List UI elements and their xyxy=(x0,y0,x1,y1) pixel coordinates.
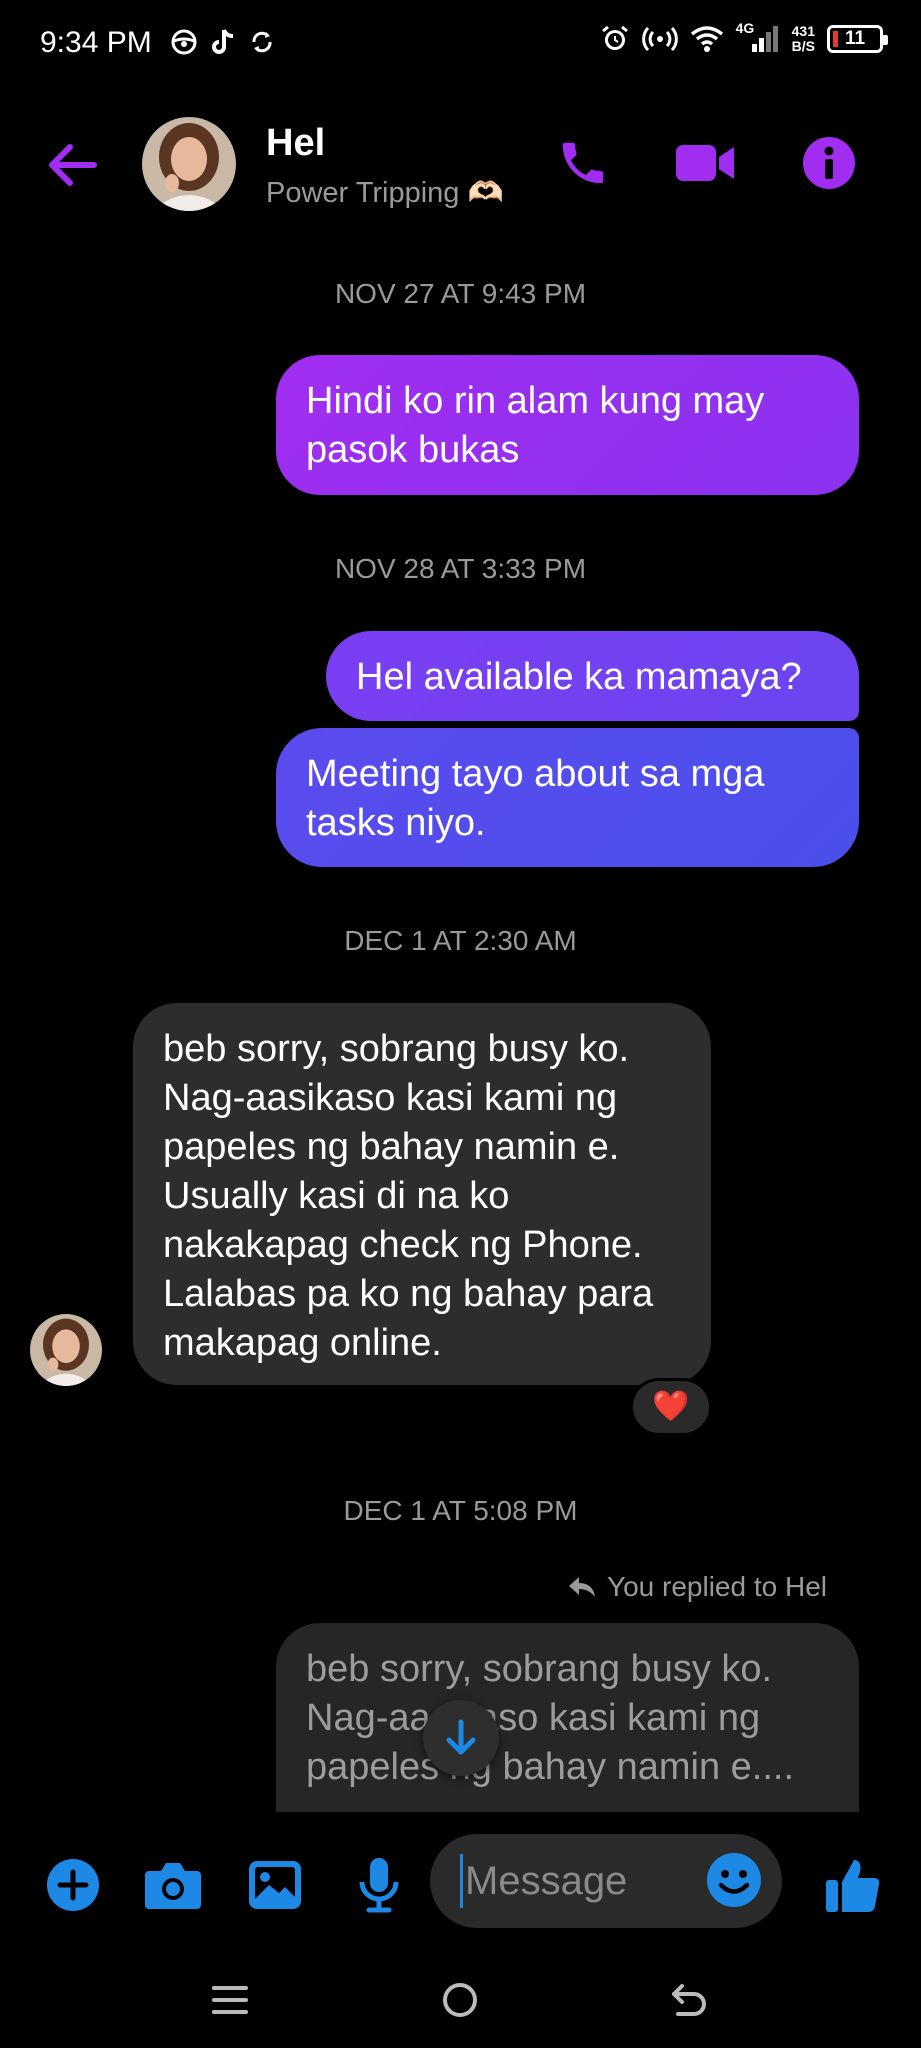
reply-arrow-icon xyxy=(568,1577,595,1597)
cell-signal-icon: 4G xyxy=(736,20,780,54)
video-camera-icon xyxy=(676,145,734,181)
like-button[interactable] xyxy=(822,1854,884,1916)
info-button[interactable] xyxy=(796,130,862,196)
thumbs-up-icon xyxy=(826,1860,880,1912)
heart-reaction[interactable]: ❤️ xyxy=(630,1378,712,1436)
avatar-photo xyxy=(30,1314,102,1386)
status-left-icons xyxy=(170,28,276,56)
contact-status: Power Tripping 🫶🏻 xyxy=(266,177,504,209)
phone-icon xyxy=(562,142,604,184)
sender-avatar[interactable] xyxy=(30,1314,102,1386)
voice-call-button[interactable] xyxy=(550,130,616,196)
home-circle-icon xyxy=(443,1983,477,2017)
camera-icon xyxy=(145,1863,201,1909)
status-time: 9:34 PM xyxy=(40,26,152,59)
smiley-icon xyxy=(707,1853,761,1907)
info-icon xyxy=(803,137,855,189)
battery-level: 11 xyxy=(844,28,866,49)
tiktok-icon xyxy=(212,29,234,54)
plus-circle-icon xyxy=(47,1859,99,1911)
contact-name[interactable]: Hel xyxy=(266,122,325,165)
outgoing-message[interactable]: Hel available ka mamaya? xyxy=(326,631,859,721)
emoji-button[interactable] xyxy=(704,1850,764,1910)
scroll-to-bottom-button[interactable] xyxy=(423,1700,499,1776)
system-nav-bar xyxy=(0,1952,921,2048)
contact-avatar[interactable] xyxy=(142,117,236,211)
message-input[interactable] xyxy=(460,1854,680,1908)
chat-header: Hel Power Tripping 🫶🏻 xyxy=(0,100,921,230)
alarm-icon xyxy=(601,25,628,50)
voice-record-button[interactable] xyxy=(348,1854,410,1916)
network-type: 4G xyxy=(735,20,755,36)
sync-icon xyxy=(252,31,272,53)
timestamp: NOV 27 AT 9:43 PM xyxy=(334,278,587,309)
battery-icon: 11 xyxy=(827,25,888,53)
microphone-icon xyxy=(359,1858,399,1913)
back-button[interactable] xyxy=(44,140,100,190)
recents-button[interactable] xyxy=(200,1972,260,2028)
message-field[interactable] xyxy=(430,1834,782,1928)
image-icon xyxy=(249,1861,301,1909)
back-arrow-icon xyxy=(49,144,97,186)
net-speed: 431 B/S xyxy=(791,23,815,54)
incoming-message[interactable]: beb sorry, sobrang busy ko. Nag-aasikaso… xyxy=(133,1003,711,1385)
heart-icon: ❤️ xyxy=(652,1390,690,1423)
back-nav-button[interactable] xyxy=(660,1972,720,2028)
reply-indicator: You replied to Hel xyxy=(567,1571,827,1603)
timestamp: NOV 28 AT 3:33 PM xyxy=(334,553,587,584)
video-call-button[interactable] xyxy=(672,130,738,196)
quoted-reply[interactable]: beb sorry, sobrang busy ko. Nag-aasikaso… xyxy=(276,1623,859,1813)
timestamp: DEC 1 AT 5:08 PM xyxy=(343,1495,578,1526)
hotspot-icon xyxy=(641,26,678,52)
home-button[interactable] xyxy=(430,1972,490,2028)
camera-button[interactable] xyxy=(142,1854,204,1916)
steering-wheel-icon xyxy=(171,29,197,55)
arrow-down-icon xyxy=(446,1719,476,1755)
back-nav-icon xyxy=(672,1984,706,2016)
reply-label: You replied to Hel xyxy=(606,1571,827,1602)
timestamp: DEC 1 AT 2:30 AM xyxy=(344,925,577,956)
composer-bar xyxy=(0,1812,921,1952)
wifi-icon xyxy=(690,26,723,52)
status-right-icons: 4G 431 B/S 11 xyxy=(600,20,888,54)
outgoing-message[interactable]: Meeting tayo about sa mga tasks niyo. xyxy=(276,728,859,867)
more-actions-button[interactable] xyxy=(42,1854,104,1916)
avatar-photo xyxy=(142,117,236,211)
gallery-button[interactable] xyxy=(244,1854,306,1916)
menu-icon xyxy=(212,1986,248,2014)
status-bar: 9:34 PM 4G 431 B/S 11 xyxy=(0,0,921,92)
outgoing-message[interactable]: Hindi ko rin alam kung may pasok bukas xyxy=(276,355,859,495)
